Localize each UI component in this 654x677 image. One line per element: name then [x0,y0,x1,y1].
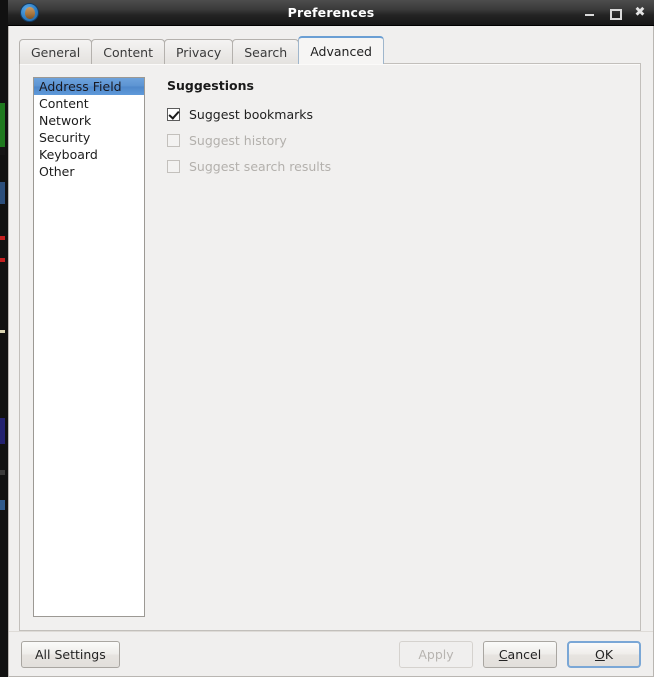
window-titlebar[interactable]: Preferences ✖ [8,0,654,26]
sidebar-item-security[interactable]: Security [34,129,144,146]
dialog-button-bar: All Settings Apply Cancel OK [9,631,653,676]
tab-privacy-label: Privacy [175,44,222,60]
maximize-icon[interactable] [609,7,622,20]
cancel-label: Cancel [498,646,542,662]
option-label: Suggest bookmarks [189,106,313,122]
desktop-fragment [0,147,5,155]
tab-advanced[interactable]: Advanced [298,36,384,64]
apply-label: Apply [418,646,454,662]
checkbox-icon [167,159,180,173]
tab-advanced-label: Advanced [310,44,372,59]
tab-privacy[interactable]: Privacy [163,39,234,64]
desktop-fragment [0,182,5,204]
all-settings-label: All Settings [35,646,106,662]
sidebar-item-label: Content [39,96,89,111]
sidebar-item-label: Address Field [39,79,122,94]
preferences-window: Preferences ✖ General Content Privacy Se… [8,0,654,677]
tab-content-label: Content [103,44,153,60]
settings-pane: Suggestions Suggest bookmarks Suggest hi… [145,64,640,630]
suggestions-group-title: Suggestions [167,78,254,93]
tab-search[interactable]: Search [232,39,300,64]
sidebar-item-network[interactable]: Network [34,112,144,129]
close-icon[interactable]: ✖ [634,6,646,19]
checkbox-icon [167,133,180,147]
option-suggest-history: Suggest history [167,129,640,151]
option-suggest-bookmarks[interactable]: Suggest bookmarks [167,103,640,125]
tab-search-label: Search [244,44,288,60]
desktop-fragment [0,470,5,475]
tab-content-panel: Address Field Content Network Security K… [19,63,641,631]
desktop-fragment [0,236,5,240]
option-suggest-search-results: Suggest search results [167,155,640,177]
ok-label: OK [594,646,614,662]
apply-button: Apply [399,640,473,668]
sidebar-item-keyboard[interactable]: Keyboard [34,146,144,163]
ok-button[interactable]: OK [567,640,641,668]
sidebar-item-label: Other [39,164,75,179]
tab-general[interactable]: General [19,39,93,64]
sidebar-item-label: Keyboard [39,147,98,162]
tab-content[interactable]: Content [91,39,165,64]
browser-app-icon [20,3,39,22]
desktop-fragment [0,258,5,262]
checkbox-icon[interactable] [167,107,180,121]
sidebar-item-other[interactable]: Other [34,163,144,180]
sidebar-item-address-field[interactable]: Address Field [34,78,144,95]
cancel-button[interactable]: Cancel [483,640,557,668]
window-controls: ✖ [584,0,646,26]
desktop-fragment [0,330,5,333]
desktop-fragment [0,103,5,147]
all-settings-button[interactable]: All Settings [21,640,120,668]
tab-bar: General Content Privacy Search Advanced [19,36,653,64]
desktop-fragment [0,418,5,444]
category-list[interactable]: Address Field Content Network Security K… [33,77,145,617]
dialog-body: General Content Privacy Search Advanced … [8,26,654,677]
window-title: Preferences [287,5,375,20]
minimize-icon[interactable] [584,7,596,19]
desktop-background-strip [0,0,8,677]
tab-general-label: General [31,44,81,60]
sidebar-item-label: Network [39,113,92,128]
sidebar-item-content[interactable]: Content [34,95,144,112]
primary-button-group: Apply Cancel OK [399,640,641,668]
desktop-fragment [0,500,5,510]
option-label: Suggest search results [189,158,332,174]
option-label: Suggest history [189,132,287,148]
sidebar-item-label: Security [39,130,91,145]
